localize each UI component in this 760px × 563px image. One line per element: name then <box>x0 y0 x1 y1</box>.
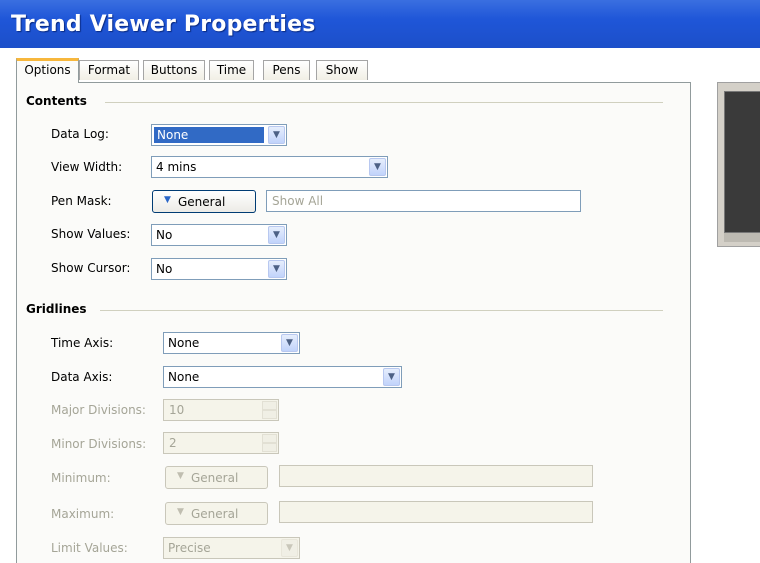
trend-preview <box>717 82 760 247</box>
maximum-general-button[interactable]: ▼ General <box>165 502 268 525</box>
data-log-label: Data Log: <box>51 127 109 141</box>
spin-down-icon[interactable] <box>262 410 277 419</box>
view-width-dropdown[interactable]: 4 mins ▼ <box>151 156 388 178</box>
minor-divisions-value: 2 <box>169 436 177 450</box>
contents-divider <box>105 102 663 103</box>
preview-screen <box>724 91 760 233</box>
pen-mask-placeholder: Show All <box>272 194 324 208</box>
tab-format[interactable]: Format <box>79 60 139 80</box>
triangle-down-icon: ▼ <box>177 471 184 481</box>
data-axis-label: Data Axis: <box>51 370 113 384</box>
time-axis-dropdown[interactable]: None ▼ <box>163 332 300 354</box>
chevron-down-icon[interactable]: ▼ <box>268 226 285 244</box>
preview-status-bar <box>724 233 760 242</box>
show-cursor-value: No <box>156 262 173 276</box>
spin-up-icon[interactable] <box>262 401 277 410</box>
minimum-label: Minimum: <box>51 471 111 485</box>
show-values-dropdown[interactable]: No ▼ <box>151 224 287 246</box>
chevron-down-icon[interactable]: ▼ <box>383 368 400 386</box>
chevron-down-icon[interactable]: ▼ <box>281 334 298 352</box>
chevron-down-icon[interactable]: ▼ <box>268 260 285 278</box>
data-log-value: None <box>154 127 264 143</box>
tab-show[interactable]: Show <box>316 60 368 80</box>
maximum-general-label: General <box>191 507 239 521</box>
show-cursor-label: Show Cursor: <box>51 261 131 275</box>
major-divisions-spinner[interactable]: 10 <box>163 399 279 421</box>
time-axis-label: Time Axis: <box>51 336 114 350</box>
spin-up-icon[interactable] <box>262 434 277 443</box>
gridlines-divider <box>100 310 663 311</box>
minimum-general-label: General <box>191 471 239 485</box>
view-width-value: 4 mins <box>156 160 197 174</box>
show-values-value: No <box>156 228 173 242</box>
tab-time[interactable]: Time <box>209 60 254 80</box>
minor-divisions-label: Minor Divisions: <box>51 437 147 451</box>
maximum-input[interactable] <box>279 501 593 523</box>
tab-pens[interactable]: Pens <box>263 60 310 80</box>
limit-values-value: Precise <box>168 541 211 555</box>
contents-section-title: Contents <box>26 94 87 108</box>
chevron-down-icon[interactable]: ▼ <box>369 158 386 176</box>
pen-mask-general-button[interactable]: ▼ General <box>152 190 256 213</box>
limit-values-label: Limit Values: <box>51 541 128 555</box>
time-axis-value: None <box>168 336 200 350</box>
title-bar: Trend Viewer Properties <box>0 0 760 48</box>
view-width-label: View Width: <box>51 160 123 174</box>
tab-options[interactable]: Options <box>16 58 79 83</box>
pen-mask-input[interactable]: Show All <box>266 190 581 212</box>
triangle-down-icon: ▼ <box>164 195 171 205</box>
tab-buttons[interactable]: Buttons <box>143 60 205 80</box>
pen-mask-general-label: General <box>178 195 226 209</box>
data-log-dropdown[interactable]: None ▼ <box>151 124 287 146</box>
maximum-label: Maximum: <box>51 507 115 521</box>
limit-values-dropdown[interactable]: Precise ▼ <box>163 537 300 559</box>
triangle-down-icon: ▼ <box>177 507 184 517</box>
window-title: Trend Viewer Properties <box>11 12 316 37</box>
data-axis-value: None <box>168 370 200 384</box>
show-values-label: Show Values: <box>51 227 131 241</box>
pen-mask-label: Pen Mask: <box>51 194 112 208</box>
gridlines-section-title: Gridlines <box>26 302 87 316</box>
minimum-general-button[interactable]: ▼ General <box>165 466 268 489</box>
minimum-input[interactable] <box>279 465 593 487</box>
spin-down-icon[interactable] <box>262 443 277 452</box>
show-cursor-dropdown[interactable]: No ▼ <box>151 258 287 280</box>
major-divisions-value: 10 <box>169 403 185 417</box>
data-axis-dropdown[interactable]: None ▼ <box>163 366 402 388</box>
chevron-down-icon[interactable]: ▼ <box>268 126 285 144</box>
options-panel: Contents Data Log: None ▼ View Width: 4 … <box>16 82 691 563</box>
minor-divisions-spinner[interactable]: 2 <box>163 432 279 454</box>
chevron-down-icon[interactable]: ▼ <box>281 539 298 557</box>
major-divisions-label: Major Divisions: <box>51 403 146 417</box>
